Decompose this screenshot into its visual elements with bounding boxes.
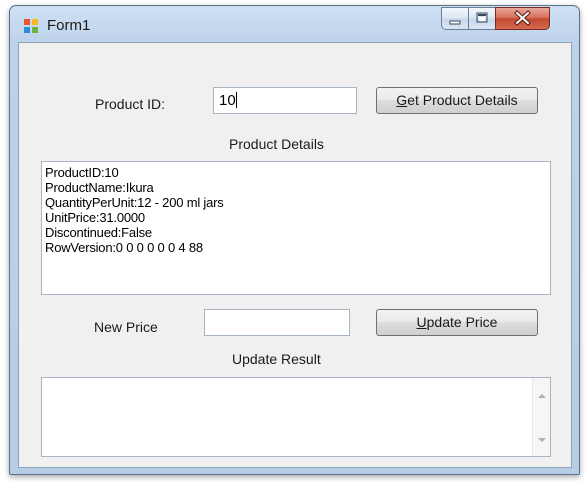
get-button-label: et Product Details xyxy=(407,92,518,108)
product-id-label: Product ID: xyxy=(95,96,166,112)
new-price-label: New Price xyxy=(94,319,158,335)
product-details-line: ProductID:10 xyxy=(45,165,119,180)
app-window: Form1 Product ID: 10 Get Product Details… xyxy=(9,5,580,475)
get-product-details-button[interactable]: Get Product Details xyxy=(376,87,538,114)
maximize-button[interactable] xyxy=(468,7,496,30)
product-details-line: ProductName:Ikura xyxy=(45,180,154,195)
product-id-value: 10 xyxy=(219,92,236,109)
windows-form-icon xyxy=(24,19,39,34)
product-details-lines: ProductID:10 ProductName:Ikura QuantityPer… xyxy=(45,165,550,255)
form-client-area: Product ID: 10 Get Product Details Produ… xyxy=(18,42,572,468)
update-price-button[interactable]: Update Price xyxy=(376,309,538,336)
update-button-label: pdate Price xyxy=(426,314,498,330)
update-result-textbox[interactable] xyxy=(41,377,551,457)
product-details-label: Product Details xyxy=(229,136,324,152)
update-button-mnemonic: U xyxy=(416,314,427,330)
text-caret xyxy=(235,92,237,108)
product-details-line: RowVersion:0 0 0 0 0 0 4 88 xyxy=(45,240,203,255)
update-result-label: Update Result xyxy=(232,351,321,367)
product-details-line: QuantityPerUnit:12 - 200 ml jars xyxy=(45,195,224,210)
product-id-input[interactable]: 10 xyxy=(213,87,357,114)
new-price-input[interactable] xyxy=(204,309,350,336)
get-button-mnemonic: G xyxy=(396,92,408,108)
minimize-icon xyxy=(449,20,461,25)
minimize-button[interactable] xyxy=(441,7,469,30)
maximize-icon xyxy=(476,12,488,23)
window-title: Form1 xyxy=(47,17,91,34)
product-details-textbox[interactable]: ProductID:10 ProductName:Ikura QuantityPer… xyxy=(41,161,551,295)
scroll-down-arrow-icon[interactable] xyxy=(538,438,546,442)
close-icon xyxy=(514,10,531,26)
vertical-scrollbar[interactable] xyxy=(532,378,550,456)
product-details-line: Discontinued:False xyxy=(45,225,152,240)
title-bar[interactable]: Form1 xyxy=(10,6,579,42)
product-details-line: UnitPrice:31.0000 xyxy=(45,210,145,225)
close-button[interactable] xyxy=(495,7,550,30)
scroll-up-arrow-icon[interactable] xyxy=(538,394,546,398)
